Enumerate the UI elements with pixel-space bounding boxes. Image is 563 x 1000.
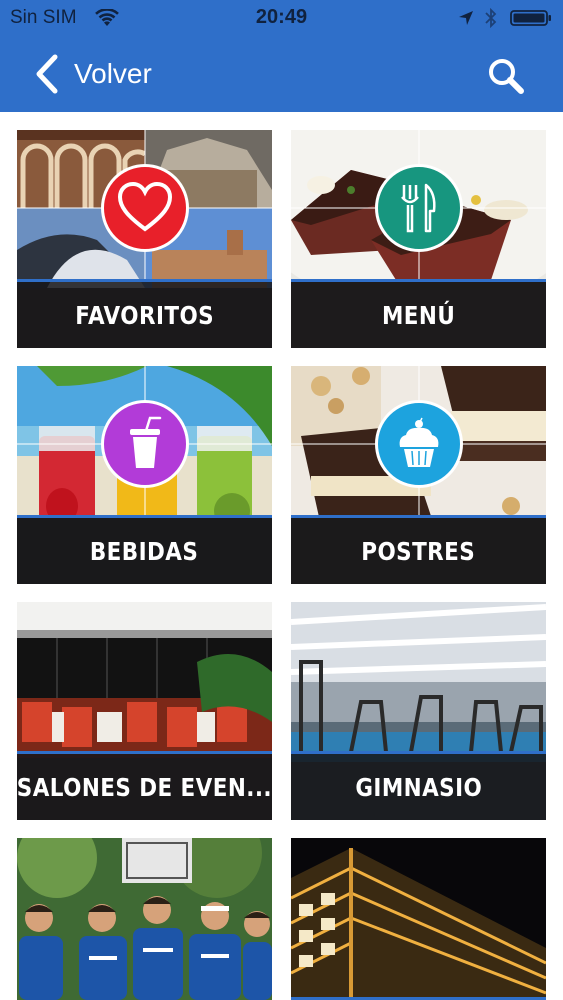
tile-label: BEBIDAS: [90, 536, 199, 566]
tile-label: MENÚ: [381, 300, 456, 330]
favoritos-badge: [101, 164, 189, 252]
tile-menu[interactable]: MENÚ: [291, 130, 546, 348]
tile-label: GIMNASIO: [355, 772, 482, 802]
back-label: Volver: [74, 58, 152, 89]
menu-label-bar: MENÚ: [291, 279, 546, 348]
tile-equipo-deportivo[interactable]: [17, 838, 272, 1000]
edificio-image: [291, 838, 546, 1000]
status-bar: Sin SIM 20:49: [0, 0, 563, 36]
tile-edificio[interactable]: [291, 838, 546, 1000]
bluetooth-icon: [485, 8, 497, 28]
postres-label-bar: POSTRES: [291, 515, 546, 584]
tile-label: SALONES DE EVEN...: [17, 772, 272, 802]
tile-salones-de-eventos[interactable]: SALONES DE EVEN...: [17, 602, 272, 820]
tile-favoritos[interactable]: FAVORITOS: [17, 130, 272, 348]
cupcake-icon: [399, 417, 439, 467]
bebidas-label-bar: BEBIDAS: [17, 515, 272, 584]
tile-gimnasio[interactable]: GIMNASIO: [291, 602, 546, 820]
tile-label: POSTRES: [361, 536, 476, 566]
salones-label-bar: SALONES DE EVEN...: [17, 751, 272, 820]
drink-cup-icon: [130, 416, 162, 468]
bebidas-badge: [101, 400, 189, 488]
search-icon[interactable]: [486, 56, 526, 96]
chevron-left-icon: [36, 54, 58, 94]
favoritos-label-bar: FAVORITOS: [17, 279, 272, 348]
battery-icon: [510, 10, 551, 26]
navigation-bar: Volver: [0, 36, 563, 112]
tile-postres[interactable]: POSTRES: [291, 366, 546, 584]
location-arrow-icon: [459, 11, 473, 25]
fork-knife-icon: [401, 183, 436, 233]
back-button[interactable]: Volver: [34, 50, 152, 98]
equipo-image: [17, 838, 272, 1000]
tile-bebidas[interactable]: BEBIDAS: [17, 366, 272, 584]
tile-label: FAVORITOS: [75, 300, 214, 330]
heart-icon: [117, 181, 173, 232]
gimnasio-label-bar: GIMNASIO: [291, 751, 546, 820]
postres-badge: [375, 400, 463, 488]
menu-badge: [375, 164, 463, 252]
clock: 20:49: [255, 6, 308, 28]
